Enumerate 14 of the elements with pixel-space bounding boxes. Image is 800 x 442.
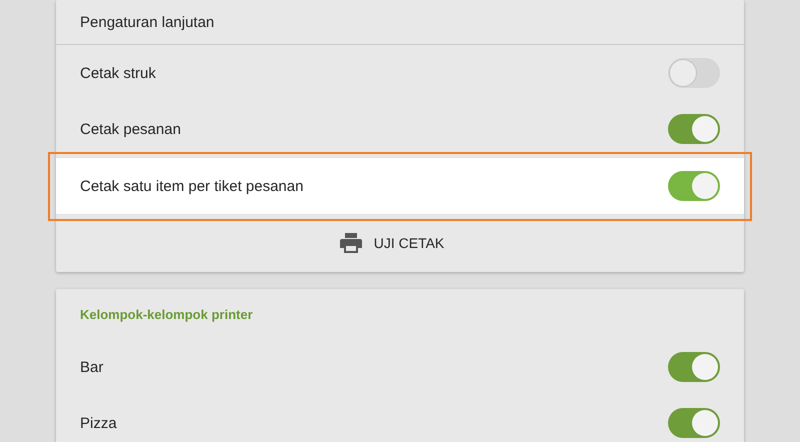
toggle-switch[interactable] — [668, 171, 720, 201]
setting-label: Cetak struk — [80, 64, 156, 82]
toggle-switch[interactable] — [668, 408, 720, 438]
setting-label: Pizza — [80, 414, 117, 432]
test-print-button[interactable]: UJI CETAK — [332, 227, 452, 259]
toggle-switch[interactable] — [668, 352, 720, 382]
setting-label: Cetak satu item per tiket pesanan — [80, 178, 304, 194]
section-title: Kelompok-kelompok printer — [80, 306, 253, 322]
section-title: Pengaturan lanjutan — [80, 14, 214, 30]
printer-icon — [340, 233, 362, 253]
setting-label: Bar — [80, 358, 104, 376]
toggle-switch[interactable] — [668, 58, 720, 88]
toggle-switch[interactable] — [668, 114, 720, 144]
setting-label: Cetak pesanan — [80, 120, 181, 138]
